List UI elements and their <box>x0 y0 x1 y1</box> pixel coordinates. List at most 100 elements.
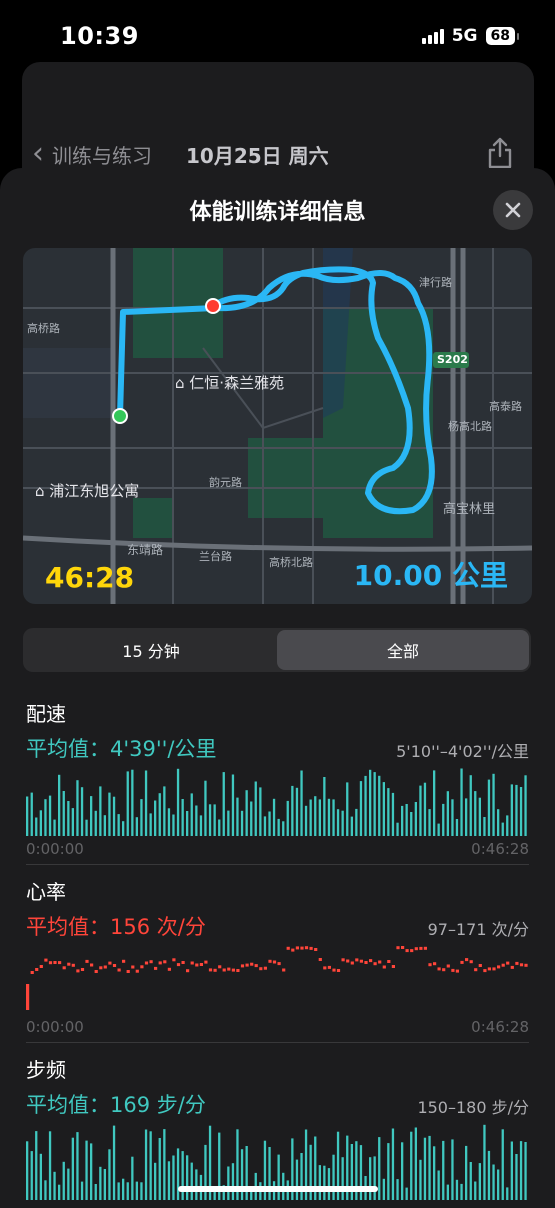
chart-bar <box>113 797 115 836</box>
chart-dash <box>520 963 523 966</box>
chart-dash <box>90 964 93 967</box>
chart-bar <box>323 777 325 836</box>
chart-bar <box>456 1180 458 1200</box>
chart-bar <box>419 1160 421 1200</box>
chart-dash <box>278 962 281 965</box>
chart-dash <box>502 964 505 967</box>
chart-dash <box>76 969 79 972</box>
time-range-segmented-control: 15 分钟 全部 <box>23 628 531 672</box>
chart-dash <box>378 961 381 964</box>
chart-bar <box>410 812 412 836</box>
chart-bar <box>72 808 74 836</box>
chart-bar <box>227 811 229 836</box>
map-label-road-9: 津行路 <box>419 274 452 290</box>
chart-dash <box>433 962 436 965</box>
chart-bar <box>26 1141 28 1200</box>
chart-bar <box>168 808 170 836</box>
segment-15-min[interactable]: 15 分钟 <box>25 630 277 670</box>
route-map[interactable]: S202 ⌂ 仁恒·森兰雅苑 ⌂ 浦江东旭公寓 韵元路 东靖路 兰台路 高桥北路… <box>23 248 532 604</box>
status-bar: 10:39 5G 68 <box>0 0 555 70</box>
chart-bar <box>410 1132 412 1200</box>
chart-bar <box>259 787 261 836</box>
chart-dash <box>200 963 203 966</box>
segment-all[interactable]: 全部 <box>277 630 529 670</box>
chart-bar <box>392 1129 394 1201</box>
chart-bar <box>323 1166 325 1200</box>
chart-bar <box>72 1138 74 1200</box>
chart-bar <box>300 771 302 837</box>
chart-dash <box>204 961 207 964</box>
chart-bar <box>319 799 321 836</box>
chart-dash <box>479 964 482 967</box>
share-icon[interactable] <box>485 136 515 170</box>
chart-dash <box>387 960 390 963</box>
chart-bar <box>145 771 147 837</box>
chart-bar <box>67 801 69 836</box>
chart-bar <box>204 781 206 836</box>
status-right: 5G 68 <box>422 26 515 46</box>
chart-dash <box>447 965 450 968</box>
chart-bar <box>85 820 87 836</box>
chart-bar <box>424 1138 426 1200</box>
chart-bar <box>140 799 142 836</box>
chart-bar <box>40 810 42 836</box>
chart-bar <box>159 1138 161 1200</box>
chart-dash <box>246 964 249 967</box>
sheet-title: 体能训练详细信息 <box>0 194 555 226</box>
chart-bar <box>346 782 348 836</box>
chart-bar <box>122 821 124 836</box>
chart-bar <box>396 823 398 836</box>
chart-bar <box>35 818 37 837</box>
chart-dash <box>209 968 212 971</box>
chart-bar <box>99 1167 101 1200</box>
chart-bar <box>195 1169 197 1200</box>
chart-bar <box>241 1149 243 1200</box>
chart-bar <box>387 788 389 836</box>
chart-bar <box>108 1149 110 1200</box>
chart-dash <box>268 960 271 963</box>
chart-bar <box>396 1179 398 1200</box>
back-button-label[interactable]: 训练与练习 <box>52 140 152 169</box>
start-point-marker <box>113 409 127 423</box>
chart-bar <box>364 776 366 836</box>
map-label-road-3: 兰台路 <box>199 548 232 564</box>
chart-bar <box>351 817 353 836</box>
chart-dash <box>214 969 217 972</box>
chart-bar <box>40 1154 42 1200</box>
chart-bar <box>90 796 92 836</box>
chart-dash <box>488 967 491 970</box>
chart-dash <box>67 963 70 966</box>
map-label-poi-2-text: 浦江东旭公寓 <box>49 482 139 500</box>
chart-bar <box>67 1169 69 1200</box>
chart-bar <box>383 1179 385 1200</box>
chart-dash <box>374 962 377 965</box>
chart-bar <box>483 817 485 836</box>
chart-dash <box>40 965 43 968</box>
chart-bar <box>172 815 174 837</box>
chart-bar <box>456 819 458 836</box>
chart-dash <box>259 967 262 970</box>
chart-dash <box>104 966 107 969</box>
chart-bar <box>154 801 156 837</box>
chart-dash <box>163 960 166 963</box>
chevron-left-icon[interactable]: ‹ <box>32 139 44 169</box>
chart-bar <box>419 786 421 836</box>
chart-dash <box>273 961 276 964</box>
chart-bar <box>241 811 243 836</box>
pace-chart[interactable] <box>26 766 529 838</box>
chart-bar <box>451 799 453 836</box>
chart-dash <box>524 964 527 967</box>
chart-bar <box>154 1163 156 1200</box>
chart-bar <box>433 1146 435 1200</box>
map-label-road-1: 韵元路 <box>209 474 242 490</box>
chart-dash <box>195 964 198 967</box>
chart-bar <box>474 1182 476 1201</box>
cadence-range: 150–180 步/分 <box>417 1094 529 1118</box>
chart-dash <box>108 962 111 965</box>
chart-bar <box>131 1157 133 1200</box>
chart-dash <box>182 961 185 964</box>
chart-bar <box>232 775 234 837</box>
close-button[interactable] <box>493 190 533 230</box>
chart-bar <box>378 776 380 836</box>
heart-rate-chart[interactable] <box>26 944 529 1016</box>
